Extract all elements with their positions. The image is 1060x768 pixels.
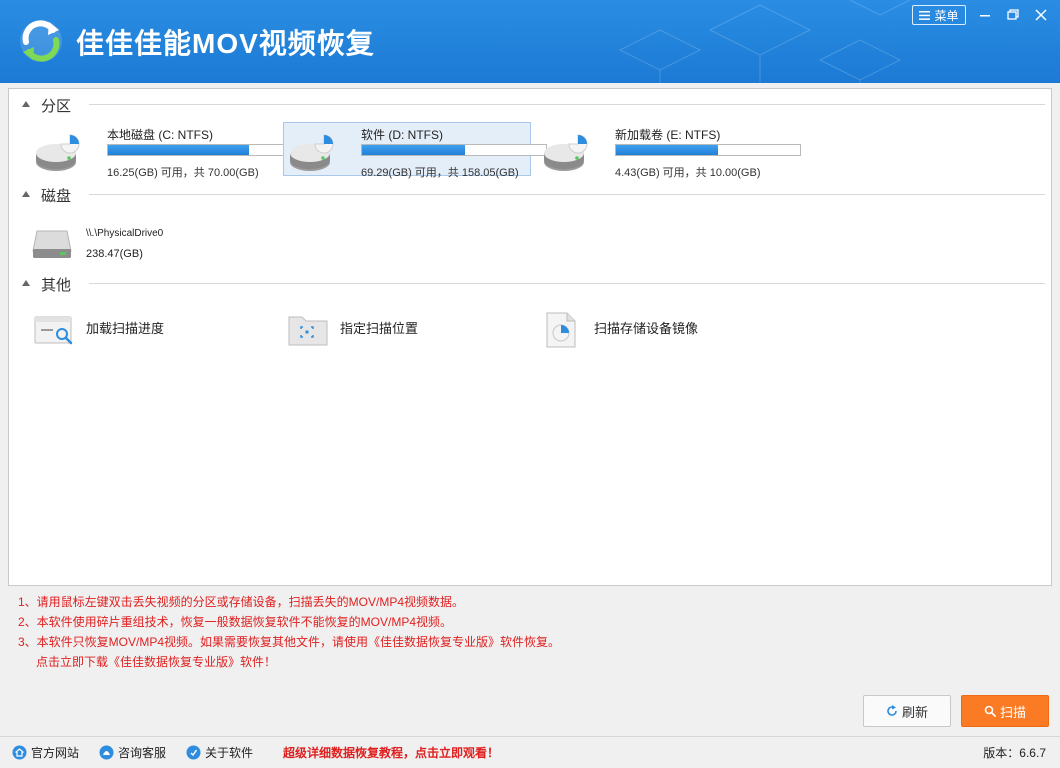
hard-drive-icon <box>290 134 334 171</box>
tutorial-promo-link[interactable]: 超级详细数据恢复教程，点击立即观看！ <box>283 737 499 768</box>
refresh-icon <box>887 705 897 716</box>
tip-line: 3、本软件只恢复MOV/MP4视频。如果需要恢复其他文件，请使用《佳佳数据恢复专… <box>18 635 561 649</box>
partition-name: 软件 (D: NTFS) <box>361 128 443 142</box>
tip-line: 2、本软件使用碎片重组技术，恢复一般数据恢复软件不能恢复的MOV/MP4视频。 <box>18 615 453 629</box>
version-label: 版本：6.6.7 <box>983 746 1046 760</box>
scan-label: 扫描 <box>999 704 1026 720</box>
physical-disk-icon <box>32 230 72 258</box>
menu-icon <box>919 10 931 20</box>
partition-card-e[interactable]: 新加载卷 (E: NTFS) 4.43(GB) 可用，共 10.00(GB) <box>537 122 801 179</box>
load-scan-progress-item[interactable]: 加载扫描进度 <box>33 311 253 351</box>
refresh-button[interactable]: 刷新 <box>863 695 951 727</box>
partition-card-d[interactable]: 软件 (D: NTFS) 69.29(GB) 可用，共 158.05(GB) <box>283 122 547 179</box>
other-label: 加载扫描进度 <box>86 321 165 336</box>
section-title: 分区 <box>41 98 72 115</box>
close-icon[interactable] <box>1031 6 1051 24</box>
website-label: 官方网站 <box>31 746 80 760</box>
app-logo-icon <box>20 20 62 62</box>
minimize-icon[interactable] <box>975 6 995 24</box>
specify-scan-location-item[interactable]: 指定扫描位置 <box>287 311 507 351</box>
usage-bar <box>361 144 547 156</box>
menu-label: 菜单 <box>934 8 959 23</box>
other-label: 扫描存储设备镜像 <box>594 321 699 336</box>
info-icon <box>186 745 201 760</box>
official-website-link[interactable]: 官方网站 <box>12 737 79 768</box>
search-icon <box>984 705 996 717</box>
physical-disk-item[interactable]: \\.\PhysicalDrive0 238.47(GB) <box>31 227 231 267</box>
disk-size: 238.47(GB) <box>86 248 143 260</box>
load-scan-progress-icon <box>34 316 73 345</box>
partition-card-c[interactable]: 本地磁盘 (C: NTFS) 16.25(GB) 可用，共 70.00(GB) <box>29 122 293 179</box>
section-disks[interactable]: 磁盘 <box>9 185 1051 205</box>
folder-target-icon <box>288 316 328 346</box>
usage-bar <box>107 144 293 156</box>
about-software-link[interactable]: 关于软件 <box>186 737 253 768</box>
tips-area: 1、请用鼠标左键双击丢失视频的分区或存储设备，扫描丢失的MOV/MP4视频数据。… <box>18 592 560 672</box>
device-panel: 分区 本地磁盘 (C: NTFS) 16.25(GB) 可用，共 70.00(G… <box>8 88 1052 586</box>
hard-drive-icon <box>36 134 80 171</box>
support-label: 咨询客服 <box>118 746 167 760</box>
status-bar: 官方网站 咨询客服 关于软件 超级详细数据恢复教程，点击立即观看！ 版本：6.6… <box>0 736 1060 768</box>
partition-name: 新加载卷 (E: NTFS) <box>615 128 721 142</box>
partition-size: 16.25(GB) 可用，共 70.00(GB) <box>107 167 259 179</box>
scan-disk-image-item[interactable]: 扫描存储设备镜像 <box>541 311 761 351</box>
divider <box>89 283 1045 284</box>
scan-button[interactable]: 扫描 <box>961 695 1049 727</box>
usage-fill <box>616 145 719 155</box>
menu-button[interactable]: 菜单 <box>912 5 966 25</box>
title-bar: 佳佳佳能MOV视频恢复 菜单 <box>0 0 1060 83</box>
app-title: 佳佳佳能MOV视频恢复 <box>76 28 375 59</box>
refresh-label: 刷新 <box>901 704 928 720</box>
chat-icon <box>99 745 114 760</box>
restore-icon[interactable] <box>1003 6 1023 24</box>
home-icon <box>12 745 27 760</box>
section-title: 磁盘 <box>41 188 72 205</box>
divider <box>89 194 1045 195</box>
download-pro-link[interactable]: 点击立即下载《佳佳数据恢复专业版》软件！ <box>18 652 560 672</box>
collapse-triangle-icon <box>22 191 30 197</box>
partition-name: 本地磁盘 (C: NTFS) <box>107 128 213 142</box>
other-label: 指定扫描位置 <box>340 321 419 336</box>
section-others[interactable]: 其他 <box>9 274 1051 294</box>
hard-drive-icon <box>544 134 588 171</box>
tip-line: 1、请用鼠标左键双击丢失视频的分区或存储设备，扫描丢失的MOV/MP4视频数据。 <box>18 595 465 609</box>
decorative-cubes <box>618 0 912 83</box>
collapse-triangle-icon <box>22 101 30 107</box>
disk-name: \\.\PhysicalDrive0 <box>86 228 164 239</box>
section-partitions[interactable]: 分区 <box>9 95 1051 115</box>
section-title: 其他 <box>41 277 72 294</box>
about-label: 关于软件 <box>205 746 254 760</box>
collapse-triangle-icon <box>22 280 30 286</box>
partition-size: 4.43(GB) 可用，共 10.00(GB) <box>615 167 761 179</box>
disk-image-file-icon <box>546 312 576 348</box>
usage-bar <box>615 144 801 156</box>
partition-size: 69.29(GB) 可用，共 158.05(GB) <box>361 167 519 179</box>
usage-fill <box>108 145 250 155</box>
divider <box>89 104 1045 105</box>
usage-fill <box>362 145 466 155</box>
customer-service-link[interactable]: 咨询客服 <box>99 737 166 768</box>
